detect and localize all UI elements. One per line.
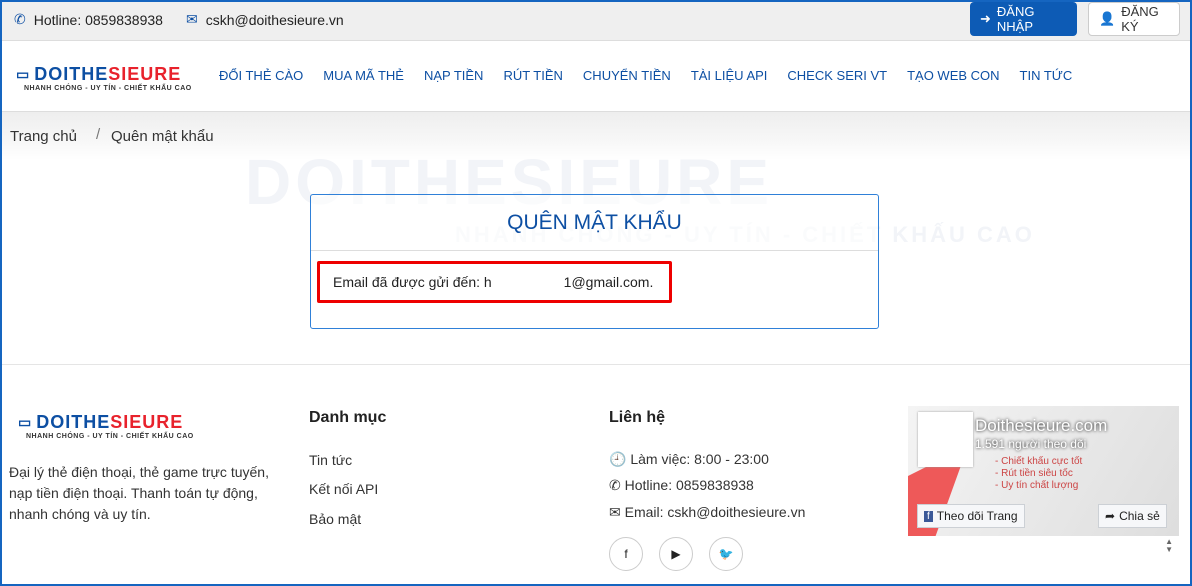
- footer-about: Đại lý thẻ điện thoại, thẻ game trực tuy…: [9, 464, 269, 522]
- envelope-icon: ✉: [609, 504, 621, 520]
- clock-icon: 🕘: [609, 451, 627, 467]
- facebook-icon[interactable]: f: [609, 537, 643, 571]
- card-title: QUÊN MẬT KHẨU: [311, 195, 878, 251]
- contact-heading: Liên hệ: [609, 409, 666, 426]
- forgot-password-card: QUÊN MẬT KHẨU Email đã được gửi đến: h 1…: [310, 194, 879, 329]
- login-button[interactable]: ➜ ĐĂNG NHẬP: [970, 2, 1077, 36]
- page-name[interactable]: Doithesieure.com: [975, 416, 1107, 436]
- menu-item[interactable]: NẠP TIỀN: [424, 68, 483, 83]
- main-nav: ▭ DOITHE SIEURE NHANH CHÓNG - UY TÍN - CHI…: [0, 42, 1192, 112]
- phone-icon: ✆: [14, 11, 26, 27]
- categories-heading: Danh mục: [309, 409, 387, 426]
- menu-item[interactable]: CHECK SERI VT: [787, 68, 887, 83]
- scroll-arrows[interactable]: ▲ ▼: [1165, 538, 1173, 554]
- footer-divider: [0, 364, 1192, 365]
- user-plus-icon: 👤: [1099, 11, 1116, 26]
- facebook-page-widget: Doithesieure.com 1.591 người theo dõi - …: [908, 406, 1179, 556]
- footer-hotline: ✆ Hotline: 0859838938: [609, 477, 754, 493]
- sign-in-icon: ➜: [980, 11, 991, 26]
- contact-email: ✉ cskh@doithesieure.vn: [186, 11, 344, 28]
- top-bar: ✆ Hotline: 0859838938 ✉ cskh@doithesieure.…: [0, 0, 1192, 41]
- footer-link[interactable]: Kết nối API: [309, 481, 378, 497]
- working-hours: 🕘 Làm việc: 8:00 - 23:00: [609, 451, 769, 467]
- envelope-icon: ✉: [186, 11, 198, 27]
- banner-text: - Chiết khấu cực tốt - Rút tiền siêu tốc -…: [995, 456, 1083, 491]
- menu-item[interactable]: TÀI LIỆU API: [691, 68, 768, 83]
- footer-email: ✉ Email: cskh@doithesieure.vn: [609, 504, 806, 520]
- menu-item[interactable]: MUA MÃ THẺ: [323, 68, 404, 83]
- menu: ĐỔI THẺ CÀO MUA MÃ THẺ NẠP TIỀN RÚT TIỀN…: [219, 68, 1072, 83]
- breadcrumb-current: Quên mật khẩu: [111, 128, 214, 145]
- menu-item[interactable]: TIN TỨC: [1020, 68, 1073, 83]
- site-logo[interactable]: ▭ DOITHE SIEURE NHANH CHÓNG - UY TÍN - CHI…: [16, 64, 192, 92]
- page-avatar[interactable]: [918, 412, 973, 467]
- facebook-icon: f: [924, 510, 933, 522]
- footer-logo: ▭ DOITHE SIEURE NHANH CHÓNG - UY TÍN - CHI…: [18, 412, 194, 440]
- share-icon: ➦: [1105, 509, 1116, 523]
- hotline: ✆ Hotline: 0859838938: [14, 11, 163, 28]
- register-button[interactable]: 👤 ĐĂNG KÝ: [1088, 2, 1180, 36]
- menu-item[interactable]: CHUYỂN TIỀN: [583, 68, 671, 83]
- youtube-icon[interactable]: ▶: [659, 537, 693, 571]
- follow-page-button[interactable]: f Theo dõi Trang: [917, 504, 1025, 528]
- phone-icon: ✆: [609, 477, 621, 493]
- breadcrumb-home[interactable]: Trang chủ: [10, 128, 77, 145]
- share-button[interactable]: ➦ Chia sẻ: [1098, 504, 1167, 528]
- twitter-icon[interactable]: 🐦: [709, 537, 743, 571]
- card-icon: ▭: [16, 66, 31, 82]
- footer-link[interactable]: Bảo mật: [309, 511, 361, 527]
- menu-item[interactable]: ĐỔI THẺ CÀO: [219, 68, 303, 83]
- widget-feed: [908, 536, 1179, 556]
- follower-count: 1.591 người theo dõi: [975, 437, 1087, 451]
- menu-item[interactable]: RÚT TIỀN: [503, 68, 562, 83]
- card-icon: ▭: [18, 414, 33, 430]
- footer-link[interactable]: Tin tức: [309, 452, 352, 468]
- breadcrumb-separator: /: [96, 126, 101, 143]
- menu-item[interactable]: TẠO WEB CON: [907, 68, 999, 83]
- email-sent-message: Email đã được gửi đến: h 1@gmail.com.: [317, 261, 672, 303]
